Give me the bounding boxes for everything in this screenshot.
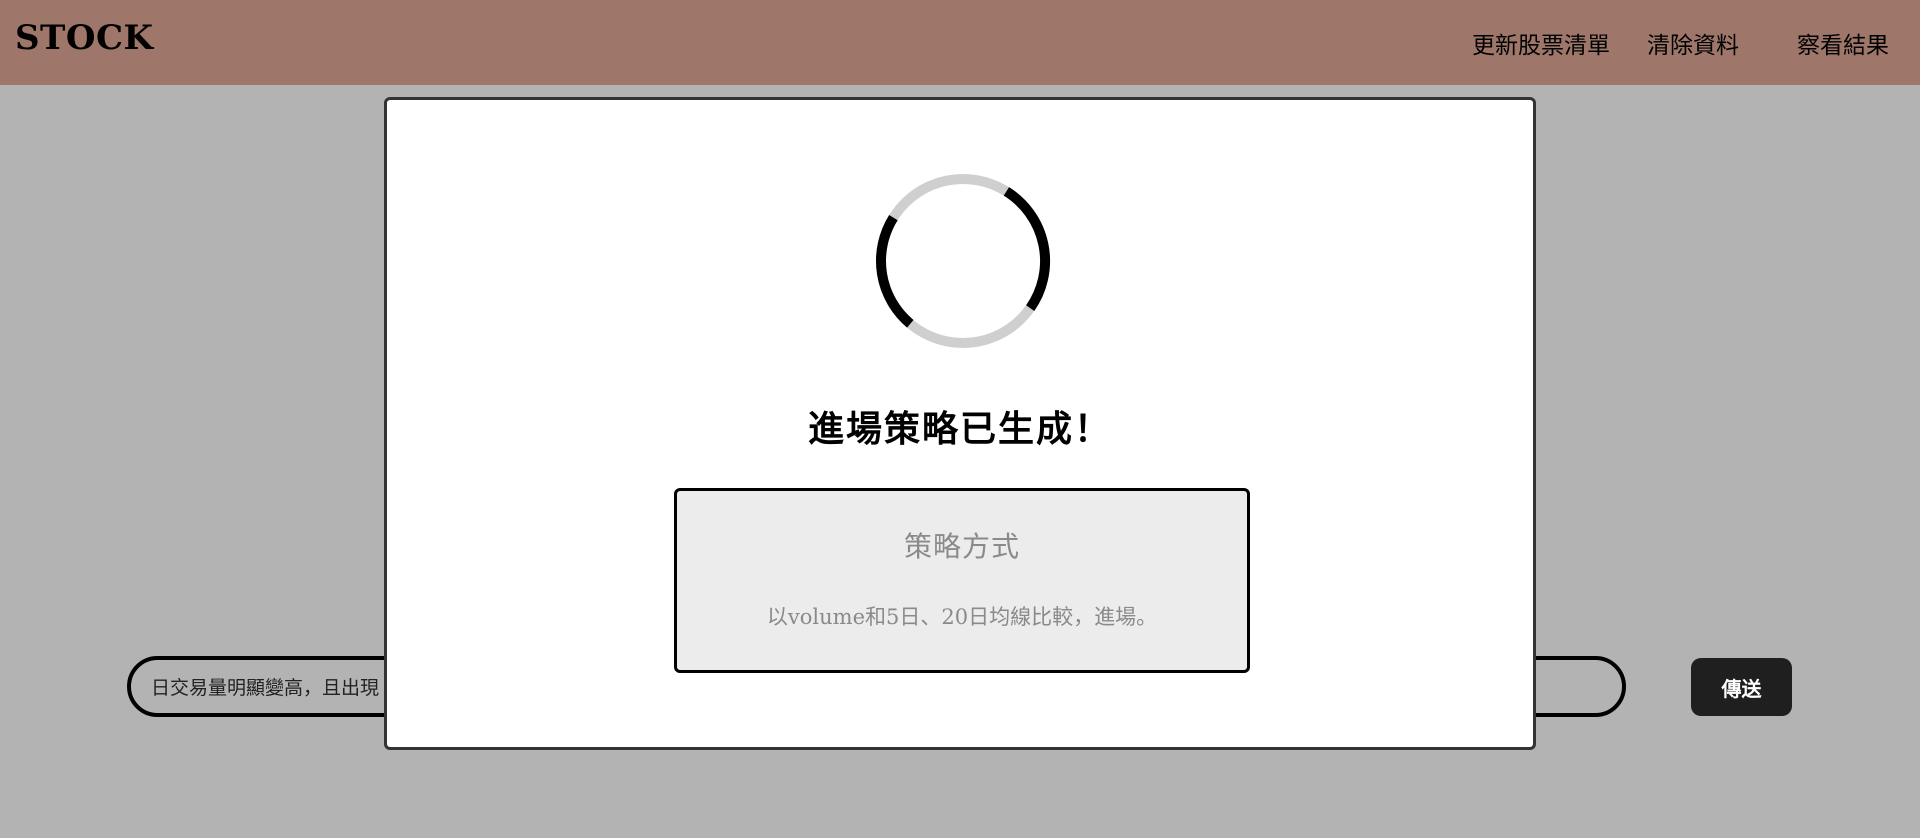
nav-view-results[interactable]: 察看結果	[1797, 26, 1889, 60]
spinner-arc-right	[1003, 187, 1051, 311]
nav-update-stock-list[interactable]: 更新股票清單	[1472, 26, 1610, 60]
send-button[interactable]: 傳送	[1691, 658, 1792, 716]
strategy-heading: 策略方式	[903, 530, 1020, 563]
strategy-detail: 以volume和5日、20日均線比較，進場。	[766, 605, 1158, 629]
loading-spinner-icon	[876, 174, 1051, 348]
modal-title: 進場策略已生成！	[807, 409, 1112, 450]
spinner-arc-left	[876, 214, 914, 328]
top-navbar: STOCK 更新股票清單 清除資料 察看結果	[0, 0, 1920, 85]
strategy-generated-modal: 進場策略已生成！ 策略方式 以volume和5日、20日均線比較，進場。	[384, 97, 1536, 750]
nav-clear-data[interactable]: 清除資料	[1647, 26, 1739, 60]
brand-logo[interactable]: STOCK	[15, 18, 154, 58]
strategy-card: 策略方式 以volume和5日、20日均線比較，進場。	[674, 488, 1250, 673]
